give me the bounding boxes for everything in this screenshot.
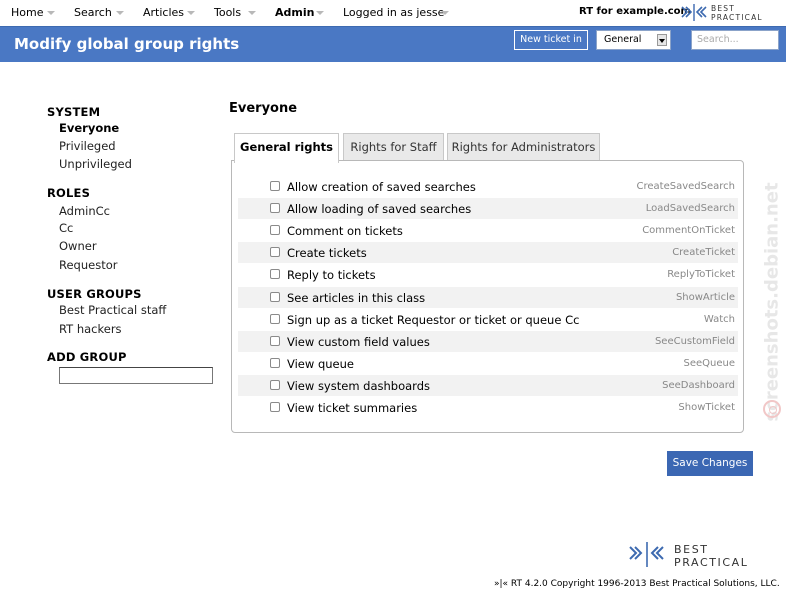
footer-best-practical-logo[interactable]: BEST PRACTICAL — [627, 540, 777, 570]
right-code: SeeDashboard — [662, 379, 735, 391]
rt-instance-name: RT for example.com — [579, 6, 691, 17]
tab-general-rights[interactable]: General rights — [234, 133, 339, 163]
page-title: Modify global group rights — [14, 35, 240, 53]
right-checkbox[interactable] — [270, 203, 280, 214]
right-checkbox[interactable] — [270, 335, 280, 346]
copyright-text: »|« RT 4.2.0 Copyright 1996-2013 Best Pr… — [494, 579, 780, 589]
right-code: LoadSavedSearch — [645, 203, 735, 215]
right-row: Allow creation of saved searches CreateSa… — [238, 176, 738, 197]
right-code: CreateTicket — [672, 247, 735, 259]
right-code: CreateSavedSearch — [636, 181, 735, 192]
right-label[interactable]: View custom field values — [287, 335, 430, 349]
right-label[interactable]: Comment on tickets — [287, 224, 403, 238]
sidebar-item-everyone[interactable]: Everyone — [59, 121, 119, 135]
right-checkbox[interactable] — [270, 379, 280, 390]
right-row: View system dashboards SeeDashboard — [238, 374, 738, 396]
logo-mark-icon — [681, 4, 707, 21]
user-groups-heading: USER GROUPS — [47, 287, 142, 301]
right-code: ReplyToTicket — [667, 269, 735, 281]
right-row: View queue SeeQueue — [238, 353, 738, 374]
sidebar-item-requestor[interactable]: Requestor — [59, 258, 117, 272]
right-checkbox[interactable] — [270, 181, 280, 191]
right-label[interactable]: Create tickets — [287, 246, 367, 260]
rights-list: Allow creation of saved searches CreateSa… — [231, 160, 744, 433]
sidebar-item-privileged[interactable]: Privileged — [59, 139, 116, 153]
right-checkbox[interactable] — [270, 225, 280, 236]
sidebar-item-rt-hackers[interactable]: RT hackers — [59, 322, 122, 336]
right-row: View ticket summaries ShowTicket — [238, 397, 738, 418]
nav-articles[interactable]: Articles — [143, 6, 184, 19]
tab-rights-for-staff[interactable]: Rights for Staff — [343, 133, 444, 161]
logo-line1: BEST — [711, 4, 735, 13]
chevron-down-icon[interactable] — [248, 11, 256, 15]
right-row: Allow loading of saved searches LoadSaved… — [238, 198, 738, 220]
add-group-input[interactable] — [59, 367, 213, 384]
watermark-logo-icon — [763, 400, 781, 418]
right-row: Sign up as a ticket Requestor or ticket … — [238, 309, 738, 330]
sidebar-item-best-practical-staff[interactable]: Best Practical staff — [59, 303, 166, 317]
right-checkbox[interactable] — [270, 247, 280, 258]
save-changes-button[interactable]: Save Changes — [667, 451, 753, 476]
right-checkbox[interactable] — [270, 291, 280, 302]
right-label[interactable]: See articles in this class — [287, 291, 425, 305]
nav-logged-in-user[interactable]: Logged in as jesse — [343, 6, 444, 19]
right-label[interactable]: Reply to tickets — [287, 268, 376, 282]
queue-select-value: General — [604, 34, 642, 45]
chevron-down-icon[interactable] — [441, 11, 449, 15]
page-header: Modify global group rights New ticket in… — [0, 26, 786, 62]
tab-rights-for-administrators[interactable]: Rights for Administrators — [447, 133, 600, 161]
right-label[interactable]: Allow creation of saved searches — [287, 180, 476, 194]
logo-mark-icon — [629, 542, 664, 567]
right-code: Watch — [703, 313, 735, 325]
right-row: See articles in this class ShowArticle — [238, 286, 738, 308]
right-label[interactable]: Allow loading of saved searches — [287, 202, 471, 216]
right-code: SeeQueue — [683, 357, 735, 369]
right-code: SeeCustomField — [654, 335, 735, 347]
watermark: screenshots.debian.net — [761, 182, 783, 422]
right-label[interactable]: View queue — [287, 357, 354, 371]
right-label[interactable]: View system dashboards — [287, 379, 430, 393]
sidebar-item-cc[interactable]: Cc — [59, 221, 73, 235]
group-name-heading: Everyone — [229, 101, 298, 116]
nav-admin[interactable]: Admin — [275, 6, 314, 19]
right-code: ShowTicket — [678, 402, 735, 413]
queue-select[interactable]: General — [596, 30, 671, 50]
sidebar-item-unprivileged[interactable]: Unprivileged — [59, 157, 132, 171]
right-code: ShowArticle — [675, 291, 735, 303]
best-practical-logo[interactable]: BEST PRACTICAL — [680, 3, 784, 23]
right-checkbox[interactable] — [270, 313, 280, 324]
right-row: View custom field values SeeCustomField — [238, 330, 738, 352]
footer-logo-line1: BEST — [674, 543, 709, 556]
footer-logo-line2: PRACTICAL — [674, 556, 749, 569]
right-row: Comment on tickets CommentOnTicket — [238, 220, 738, 241]
sidebar-item-owner[interactable]: Owner — [59, 239, 97, 253]
right-checkbox[interactable] — [270, 269, 280, 280]
right-code: CommentOnTicket — [642, 225, 735, 237]
nav-search[interactable]: Search — [74, 6, 112, 19]
right-row: Create tickets CreateTicket — [238, 242, 738, 264]
nav-home[interactable]: Home — [11, 6, 43, 19]
add-group-heading: ADD GROUP — [47, 350, 127, 364]
system-heading: SYSTEM — [47, 105, 101, 119]
right-row: Reply to tickets ReplyToTicket — [238, 264, 738, 285]
top-navigation: Home Search Articles Tools Admin Logged … — [0, 0, 786, 26]
right-checkbox[interactable] — [270, 402, 280, 412]
sidebar-item-admincc[interactable]: AdminCc — [59, 204, 110, 218]
chevron-down-icon[interactable] — [316, 11, 324, 15]
new-ticket-button[interactable]: New ticket in — [514, 30, 588, 50]
chevron-down-icon[interactable] — [116, 11, 124, 15]
roles-heading: ROLES — [47, 186, 91, 200]
chevron-down-icon[interactable] — [657, 34, 667, 46]
right-checkbox[interactable] — [270, 357, 280, 368]
logo-line2: PRACTICAL — [711, 13, 763, 22]
right-label[interactable]: Sign up as a ticket Requestor or ticket … — [287, 313, 579, 327]
right-label[interactable]: View ticket summaries — [287, 401, 417, 415]
nav-tools[interactable]: Tools — [214, 6, 241, 19]
chevron-down-icon[interactable] — [187, 11, 195, 15]
search-input[interactable]: Search... — [691, 30, 779, 50]
chevron-down-icon[interactable] — [47, 11, 55, 15]
